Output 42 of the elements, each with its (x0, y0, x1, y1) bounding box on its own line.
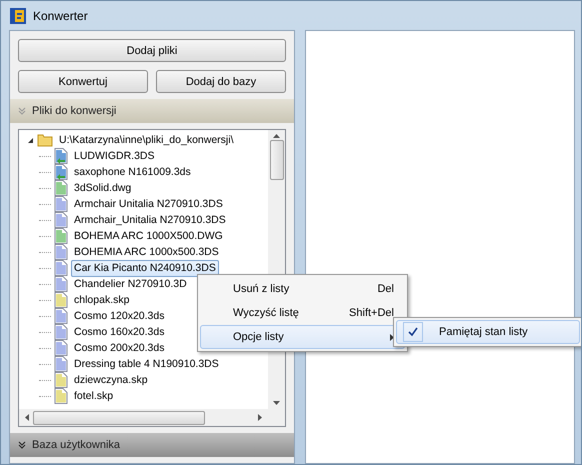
file-item[interactable]: Car Kia Picanto N240910.3DS (71, 260, 219, 276)
section-label: Baza użytkownika (32, 439, 120, 451)
section-header[interactable]: Baza użytkownika (10, 433, 294, 457)
file-item[interactable]: Armchair Unitalia N270910.3DS (71, 196, 226, 212)
scrollbar-thumb[interactable] (270, 140, 284, 180)
folder-icon (37, 133, 53, 147)
section-header[interactable]: Pliki do konwersji (10, 99, 294, 123)
chevron-icon (18, 107, 26, 115)
chevron-icon (18, 441, 26, 449)
folder-label[interactable]: U:\Katarzyna\inne\pliki_do_konwersji\ (56, 132, 237, 148)
menu-item[interactable]: Opcje listy (200, 325, 405, 349)
file-item[interactable]: Chandelier N270910.3D (71, 276, 190, 292)
menu-item[interactable]: Pamiętaj stan listy (396, 320, 580, 344)
section-label: Pliki do konwersji (32, 105, 116, 117)
file-item[interactable]: Dressing table 4 N190910.3DS (71, 356, 222, 372)
file-item[interactable]: saxophone N161009.3ds (71, 164, 194, 180)
file-item[interactable]: BOHEMA ARC 1000X500.DWG (71, 228, 226, 244)
file-item[interactable]: Cosmo 120x20.3ds (71, 308, 168, 324)
file-item[interactable]: LUDWIGDR.3DS (71, 148, 158, 164)
file-item[interactable]: Armchair_Unitalia N270910.3DS (71, 212, 229, 228)
convert-button[interactable]: Konwertuj (18, 70, 148, 93)
expand-arrow-icon[interactable] (27, 136, 34, 144)
file-item[interactable]: Cosmo 200x20.3ds (71, 340, 168, 356)
scroll-down-icon[interactable] (273, 401, 280, 405)
scroll-up-icon[interactable] (273, 134, 280, 138)
file-item[interactable]: dziewczyna.skp (71, 372, 151, 388)
add-files-button[interactable]: Dodaj pliki (18, 39, 286, 62)
window-title: Konwerter (33, 8, 88, 22)
scroll-left-icon[interactable] (25, 414, 29, 421)
file-item[interactable]: 3dSolid.dwg (71, 180, 134, 196)
submenu-arrow-icon (390, 334, 394, 340)
menu-item[interactable]: Usuń z listy Del (200, 277, 405, 301)
scrollbar-thumb[interactable] (33, 410, 205, 424)
app-logo-icon (9, 6, 27, 24)
scroll-right-icon[interactable] (258, 414, 262, 421)
file-item[interactable]: BOHEMIA ARC 1000x500.3DS (71, 244, 222, 260)
file-item[interactable]: Cosmo 160x20.3ds (71, 324, 168, 340)
file-item[interactable]: fotel.skp (71, 388, 116, 404)
file-item[interactable]: chlopak.skp (71, 292, 132, 308)
add-to-database-button[interactable]: Dodaj do bazy (156, 70, 286, 93)
shortcut-label: Shift+Del (349, 307, 394, 319)
shortcut-label: Del (377, 283, 394, 295)
